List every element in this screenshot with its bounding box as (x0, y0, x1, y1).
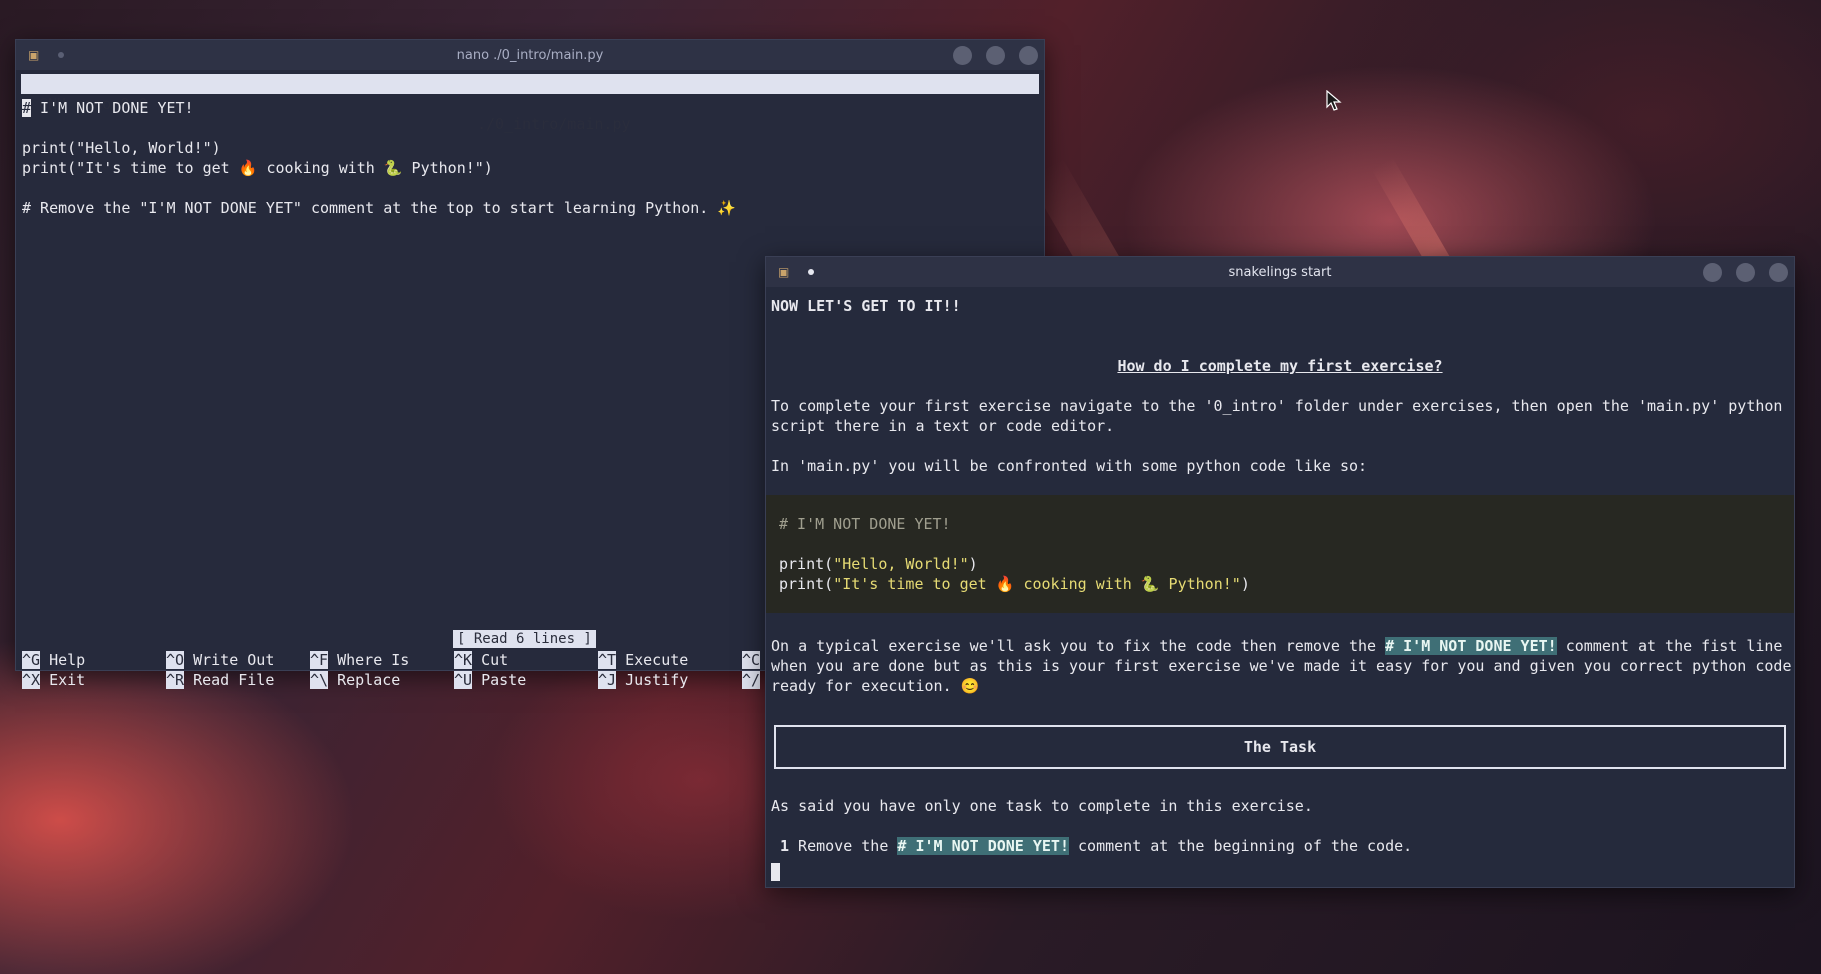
terminal-icon: ▣ (28, 48, 40, 62)
shortcut-label: Exit (49, 671, 86, 689)
editor-line-6[interactable]: # Remove the "I'M NOT DONE YET" comment … (22, 198, 736, 218)
nano-shortcut[interactable]: ^T Execute (598, 650, 688, 670)
code-example-block: # I'M NOT DONE YET! print("Hello, World!… (766, 495, 1794, 613)
shortcut-key: ^O (166, 651, 185, 669)
minimize-button[interactable] (953, 46, 972, 65)
code-line: print("It's time to get 🔥 cooking with 🐍… (779, 575, 1250, 593)
snakelings-window[interactable]: ▣ snakelings start NOW LET'S GET TO IT!!… (765, 256, 1795, 888)
highlight-comment: # I'M NOT DONE YET! (897, 837, 1069, 855)
nano-filename: ./0_intro/main.py (477, 115, 631, 133)
maximize-button[interactable] (986, 46, 1005, 65)
nano-header-bar: GNU nano 8.0 ./0_intro/main.py (21, 74, 1039, 133)
code-line: print("Hello, World!") (779, 555, 978, 573)
pin-icon[interactable] (58, 52, 64, 58)
shortcut-key: ^F (310, 651, 329, 669)
shortcut-key: ^X (22, 671, 41, 689)
window-title: nano ./0_intro/main.py (456, 47, 604, 63)
terminal-cursor (771, 863, 780, 881)
pin-icon[interactable] (808, 269, 814, 275)
shortcut-label: Execute (625, 651, 689, 669)
editor-line-1-text: I'M NOT DONE YET! (31, 99, 194, 117)
shortcut-label: Justify (625, 671, 689, 689)
nano-status-message: [ Read 6 lines ] (453, 630, 596, 648)
shortcut-key: ^/ (742, 671, 761, 689)
editor-line-4[interactable]: print("It's time to get 🔥 cooking with 🐍… (22, 158, 493, 178)
window-title: snakelings start (1228, 264, 1332, 280)
paragraph-line: As said you have only one task to comple… (771, 797, 1313, 815)
nano-titlebar[interactable]: ▣ nano ./0_intro/main.py (16, 40, 1044, 70)
close-button[interactable] (1769, 263, 1788, 282)
snakelings-titlebar[interactable]: ▣ snakelings start (766, 257, 1794, 287)
shortcut-key: ^R (166, 671, 185, 689)
nano-shortcut[interactable]: ^G Help (22, 650, 85, 670)
nano-shortcut[interactable]: ^R Read File (166, 670, 274, 690)
task-title: The Task (1243, 738, 1317, 756)
minimize-button[interactable] (1703, 263, 1722, 282)
shortcut-key: ^C (742, 651, 761, 669)
terminal-icon: ▣ (778, 265, 790, 279)
task-item: 1 Remove the # I'M NOT DONE YET! comment… (780, 837, 1413, 855)
shortcut-label: Help (49, 651, 86, 669)
nano-shortcut[interactable]: ^K Cut (454, 650, 508, 670)
mouse-pointer-icon (1326, 90, 1342, 111)
nano-shortcut[interactable]: ^X Exit (22, 670, 85, 690)
nano-shortcut[interactable]: ^O Write Out (166, 650, 274, 670)
paragraph-line: script there in a text or code editor. (771, 417, 1115, 435)
shortcut-label: Cut (481, 651, 509, 669)
shortcut-label: Read File (193, 671, 275, 689)
paragraph-line: when you are done but as this is your fi… (771, 657, 1792, 675)
shortcut-key: ^K (454, 651, 473, 669)
paragraph-line: To complete your first exercise navigate… (771, 397, 1783, 415)
paragraph-line: ready for execution. 😊 (771, 677, 980, 695)
nano-shortcut[interactable]: ^J Justify (598, 670, 688, 690)
shortcut-label: Where Is (337, 651, 410, 669)
editor-line-1[interactable]: # I'M NOT DONE YET! (22, 98, 194, 118)
shortcut-key: ^T (598, 651, 617, 669)
shortcut-key: ^\ (310, 671, 329, 689)
code-comment: # I'M NOT DONE YET! (779, 515, 951, 533)
heading: NOW LET'S GET TO IT!! (771, 297, 961, 315)
editor-line-3[interactable]: print("Hello, World!") (22, 138, 221, 158)
shortcut-key: ^J (598, 671, 617, 689)
shortcut-label: Replace (337, 671, 401, 689)
highlight-comment: # I'M NOT DONE YET! (1385, 637, 1557, 655)
nano-shortcut[interactable]: ^U Paste (454, 670, 526, 690)
task-panel: The Task (774, 725, 1786, 769)
shortcut-key: ^U (454, 671, 473, 689)
shortcut-key: ^G (22, 651, 41, 669)
subheading: How do I complete my first exercise? (1117, 357, 1443, 375)
paragraph-line: On a typical exercise we'll ask you to f… (771, 637, 1783, 655)
paragraph-line: In 'main.py' you will be confronted with… (771, 457, 1368, 475)
close-button[interactable] (1019, 46, 1038, 65)
nano-shortcut[interactable]: ^F Where Is (310, 650, 409, 670)
maximize-button[interactable] (1736, 263, 1755, 282)
nano-shortcut[interactable]: ^\ Replace (310, 670, 400, 690)
shortcut-label: Paste (481, 671, 527, 689)
snakelings-terminal[interactable]: NOW LET'S GET TO IT!! How do I complete … (766, 287, 1794, 887)
shortcut-label: Write Out (193, 651, 275, 669)
